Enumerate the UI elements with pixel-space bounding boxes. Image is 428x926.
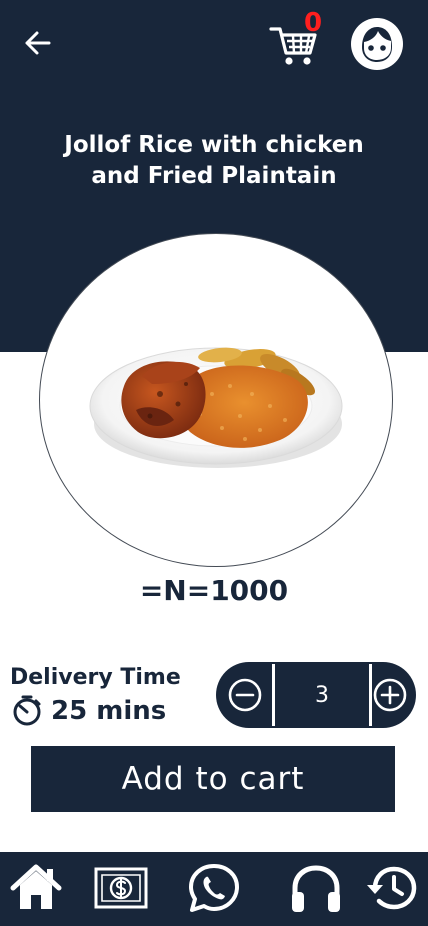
delivery-time-row: 25 mins [11, 694, 166, 728]
plus-circle-icon [373, 678, 407, 712]
product-screen: 0 Jollof Rice with chicken and Fried Pla… [0, 0, 428, 926]
nav-home[interactable] [8, 860, 64, 916]
home-icon [10, 864, 62, 909]
history-icon [367, 866, 417, 910]
quantity-value[interactable]: 3 [272, 664, 372, 726]
nav-whatsapp[interactable] [184, 860, 244, 916]
increase-quantity-button[interactable] [373, 678, 407, 712]
arrow-left-icon [25, 31, 51, 55]
decrease-quantity-button[interactable] [228, 678, 262, 712]
product-title: Jollof Rice with chicken and Fried Plain… [64, 132, 364, 189]
bottom-navigation [0, 852, 428, 926]
headphones-icon [292, 865, 340, 912]
add-to-cart-button[interactable]: Add to cart [31, 746, 395, 812]
face-avatar-icon [351, 18, 403, 70]
cart-count-badge: 0 [304, 8, 323, 38]
timer-icon [13, 695, 41, 726]
profile-button[interactable] [350, 17, 404, 71]
delivery-time-value: 25 mins [51, 696, 167, 726]
nav-support[interactable] [286, 860, 346, 916]
money-icon [94, 867, 148, 909]
product-image [89, 347, 343, 468]
product-image-frame [39, 233, 393, 567]
minus-circle-icon [228, 678, 262, 712]
nav-history[interactable] [364, 860, 420, 916]
nav-payments[interactable] [92, 860, 150, 916]
back-button[interactable] [18, 26, 56, 60]
product-price: =N=1000 [139, 574, 289, 607]
delivery-time-label: Delivery Time [10, 665, 181, 690]
quantity-stepper: 3 [216, 662, 416, 728]
whatsapp-icon [189, 864, 239, 912]
